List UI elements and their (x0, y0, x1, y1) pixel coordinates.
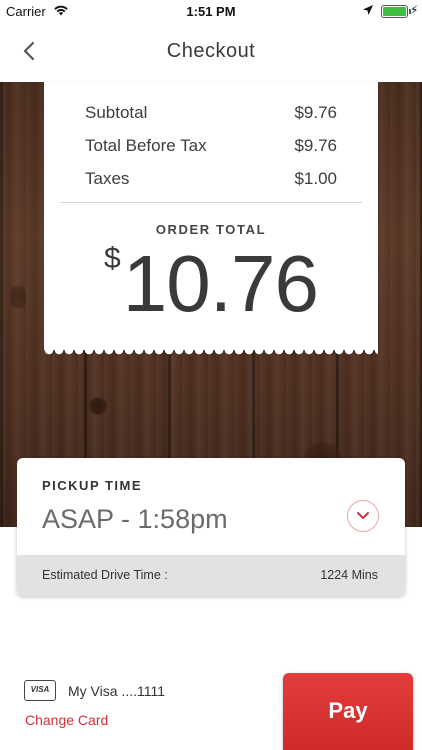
drive-time-value: 1224 Mins (320, 568, 378, 582)
order-total-value: 10.76 (122, 239, 319, 328)
drive-time-bar: Estimated Drive Time : 1224 Mins (17, 555, 405, 596)
status-bar: Carrier 1:51 PM ⚡ (0, 0, 422, 22)
taxes-label: Taxes (85, 169, 130, 188)
subtotal-row: Subtotal $9.76 (85, 103, 337, 123)
pay-button[interactable]: Pay (283, 673, 413, 750)
order-total: $10.76 (44, 242, 378, 324)
card-name: My Visa ....1111 (68, 683, 166, 699)
receipt: Subtotal $9.76 Total Before Tax $9.76 Ta… (44, 82, 378, 358)
before-tax-label: Total Before Tax (85, 136, 207, 155)
battery-icon (381, 5, 411, 18)
taxes-row: Taxes $1.00 (85, 169, 337, 189)
subtotal-label: Subtotal (85, 103, 148, 122)
pickup-time-card: PICKUP TIME ASAP - 1:58pm Estimated Driv… (17, 458, 405, 596)
pickup-time-value[interactable]: ASAP - 1:58pm (42, 504, 228, 535)
currency-symbol: $ (104, 242, 121, 275)
before-tax-row: Total Before Tax $9.76 (85, 136, 337, 156)
location-icon (362, 4, 374, 19)
before-tax-value: $9.76 (294, 136, 337, 155)
receipt-torn-edge (44, 350, 378, 358)
pickup-time-label: PICKUP TIME (42, 478, 143, 493)
change-card-link[interactable]: Change Card (25, 712, 108, 728)
receipt-divider (60, 202, 362, 203)
chevron-down-icon (357, 512, 369, 519)
page-title: Checkout (166, 40, 256, 62)
subtotal-value: $9.76 (294, 103, 337, 122)
drive-time-label: Estimated Drive Time : (42, 568, 168, 582)
nav-bar: Checkout (0, 22, 422, 82)
visa-card-icon: VISA (24, 680, 56, 701)
charging-icon: ⚡ (410, 3, 419, 17)
pickup-time-dropdown[interactable] (347, 500, 379, 532)
order-total-label: ORDER TOTAL (155, 222, 267, 237)
clock: 1:51 PM (186, 4, 236, 19)
taxes-value: $1.00 (294, 169, 337, 188)
